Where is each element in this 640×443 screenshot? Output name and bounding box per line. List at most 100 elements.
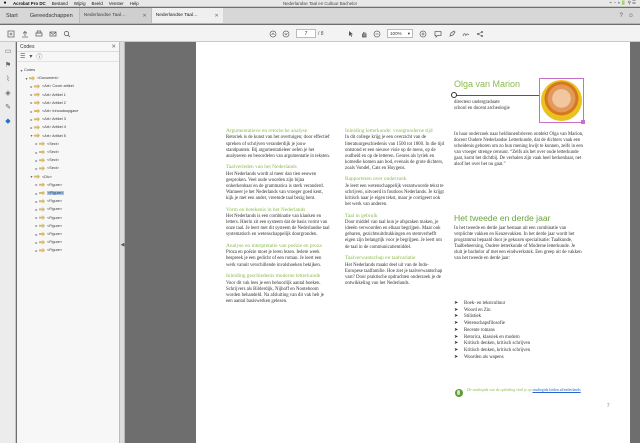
chevron-right-icon[interactable]: ▸ — [34, 158, 39, 163]
attachments-icon[interactable]: ⌇ — [4, 76, 12, 84]
close-icon[interactable]: ✕ — [111, 44, 116, 50]
chevron-down-icon[interactable]: ▾ — [24, 76, 29, 81]
chevron-right-icon[interactable]: ▸ — [34, 191, 39, 196]
chevron-right-icon[interactable]: ▸ — [34, 166, 39, 171]
user-icon[interactable]: ☺ — [628, 13, 634, 19]
print-icon[interactable] — [34, 28, 44, 39]
menu-app[interactable]: Acrobat Pro DC — [10, 1, 49, 6]
tag-tree-item[interactable]: ▸ <Art> Artikel 2 — [29, 99, 66, 107]
share-icon[interactable] — [475, 28, 485, 39]
globe-icon — [455, 389, 463, 397]
section-heading: Taalverleden van het Nederlands — [226, 164, 297, 171]
sign-icon[interactable] — [461, 28, 471, 39]
options-icon[interactable]: ☰ — [20, 53, 25, 60]
bookmarks-icon[interactable]: ⚑ — [4, 62, 12, 70]
chevron-right-icon[interactable]: ▸ — [34, 215, 39, 220]
section-heading: Analyse en interpretatie van poëzie en p… — [226, 242, 322, 249]
close-tab-icon[interactable]: ✕ — [143, 13, 147, 19]
tag-tree-item[interactable]: ▸ <Figure> — [34, 222, 62, 230]
footnote: De studiegids van de opleiding vind je o… — [467, 388, 587, 393]
close-tab-icon[interactable]: ✕ — [215, 13, 219, 19]
tab-start[interactable]: Start — [0, 8, 24, 23]
chevron-right-icon[interactable]: ▸ — [29, 92, 34, 97]
page-up-icon[interactable] — [268, 28, 278, 39]
menu-beeld[interactable]: Beeld — [89, 1, 106, 6]
apple-icon[interactable]: ● — [0, 0, 10, 6]
tag-tree-item[interactable]: ▸ <Sect> — [34, 156, 59, 164]
chevron-right-icon[interactable]: ▸ — [34, 199, 39, 204]
profile-role: directeur undergraduate school en docent… — [454, 100, 510, 111]
tag-tree-item[interactable]: ▸ <Figure> — [34, 238, 62, 246]
chevron-right-icon[interactable]: ▸ — [34, 207, 39, 212]
chevron-right-icon[interactable]: ▸ — [29, 125, 34, 130]
chevron-down-icon[interactable]: ▾ — [29, 174, 34, 179]
hand-tool-icon[interactable] — [359, 28, 369, 39]
chevron-right-icon[interactable]: ▸ — [34, 141, 39, 146]
tags-panel-header: Codes ✕ — [17, 42, 119, 52]
tag-tree-item[interactable]: ▾ <Document> — [24, 74, 59, 82]
selected-figure[interactable] — [539, 78, 585, 124]
help-icon[interactable]: ? — [620, 13, 623, 19]
tag-tree-item[interactable]: ▸ <Figure> — [34, 205, 62, 213]
tag-tree-item[interactable]: ▸ <Sect> — [34, 148, 59, 156]
chevron-right-icon[interactable]: ▸ — [34, 182, 39, 187]
menu-wijzig[interactable]: Wijzig — [71, 1, 89, 6]
zoom-select[interactable]: 100% ▾ — [387, 29, 413, 38]
zoom-in-icon[interactable] — [418, 28, 428, 39]
chevron-right-icon[interactable]: ▸ — [29, 100, 34, 105]
menu-bestand[interactable]: Bestand — [49, 1, 71, 6]
tab-tools[interactable]: Gereedschappen — [24, 8, 79, 23]
list-item-label: Kritisch denken, kritisch schrijven — [464, 347, 531, 353]
tag-tree-item[interactable]: ▸ <Sect> — [34, 164, 59, 172]
tag-tree-item[interactable]: ▸ <Figure> — [34, 197, 62, 205]
document-view[interactable]: Argumentatieve en retorische analyse Reto… — [125, 42, 640, 443]
chevron-right-icon[interactable]: ▸ — [34, 248, 39, 253]
doc-tab-1[interactable]: Nederlandse Taal… ✕ — [78, 8, 151, 23]
search-icon[interactable] — [62, 28, 72, 39]
tag-tree-item[interactable]: ▸ <Art> Artikel 4 — [29, 123, 66, 131]
highlight-icon[interactable] — [447, 28, 457, 39]
chevron-down-icon[interactable]: ▾ — [29, 133, 34, 138]
tag-tree-item[interactable]: ▸ <Art> Artikel 1 — [29, 91, 66, 99]
tag-icon — [29, 75, 35, 81]
tag-tree-item[interactable]: ▸ <Figure> — [34, 181, 62, 189]
tag-tree-item[interactable]: ▸ <Figure> — [34, 246, 62, 254]
select-cursor-icon[interactable] — [346, 28, 356, 39]
comment-icon[interactable] — [433, 28, 443, 39]
tag-tree-item[interactable]: ▸ <Art> Inhoudsopgave — [29, 107, 78, 115]
menu-venster[interactable]: Venster — [106, 1, 127, 6]
doc-tab-2[interactable]: Nederlandse Taal… ✕ — [150, 8, 223, 23]
tag-tree-item[interactable]: ▾ <Div> — [29, 173, 52, 181]
chevron-right-icon[interactable]: ▸ — [29, 109, 34, 114]
tag-tree-item[interactable]: ▾ Codes — [19, 66, 35, 74]
page-thumbnails-icon[interactable]: ▭ — [4, 48, 12, 56]
tag-tree-item[interactable]: ▸ <Figure> — [34, 189, 65, 197]
upload-icon[interactable] — [20, 28, 30, 39]
menu-help[interactable]: Help — [127, 1, 142, 6]
chevron-right-icon[interactable]: ▸ — [34, 240, 39, 245]
tag-tree-item[interactable]: ▸ <Figure> — [34, 214, 62, 222]
selection-handle[interactable] — [581, 120, 585, 124]
signatures-icon[interactable]: ✎ — [4, 104, 12, 112]
info-icon[interactable]: ⓘ — [36, 52, 42, 61]
page-down-icon[interactable] — [281, 28, 291, 39]
chevron-right-icon[interactable]: ▸ — [34, 232, 39, 237]
studiegids-link[interactable]: studiegids.leiden.nl/nederlands — [533, 388, 581, 392]
chevron-right-icon[interactable]: ▸ — [29, 117, 34, 122]
layers-icon[interactable]: ◈ — [4, 90, 12, 98]
chevron-right-icon[interactable]: ▸ — [34, 223, 39, 228]
tag-tree-item[interactable]: ▸ <Art> Cover artikel — [29, 82, 74, 90]
tag-tree-item[interactable]: ▸ <Figure> — [34, 230, 62, 238]
chevron-right-icon[interactable]: ▸ — [29, 84, 34, 89]
tag-tree-item[interactable]: ▾ <Art> Artikel 5 — [29, 132, 66, 140]
page-number-input[interactable]: 7 — [296, 29, 316, 38]
mail-icon[interactable] — [48, 28, 58, 39]
tag-tree-item[interactable]: ▸ <Sect> — [34, 140, 59, 148]
bookmark-add-icon[interactable] — [6, 28, 16, 39]
zoom-out-icon[interactable] — [372, 28, 382, 39]
section: Taal in gebruik Door middel van taal kun … — [345, 213, 445, 251]
chevron-right-icon[interactable]: ▸ — [34, 150, 39, 155]
chevron-down-icon[interactable]: ▾ — [29, 53, 32, 60]
tags-icon[interactable]: ◆ — [4, 118, 12, 126]
tag-tree-item[interactable]: ▸ <Art> Artikel 3 — [29, 115, 66, 123]
